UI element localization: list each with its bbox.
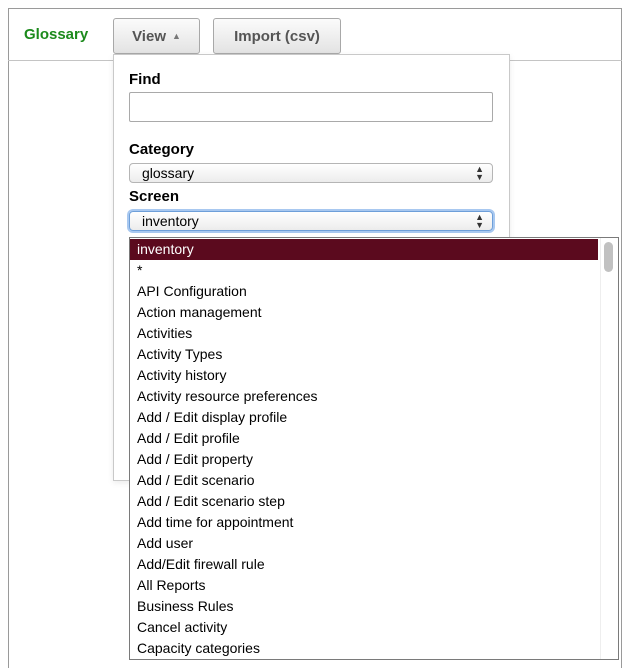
screen-label: Screen xyxy=(129,188,180,205)
import-button-label: Import (csv) xyxy=(234,27,320,45)
find-label: Find xyxy=(129,71,161,88)
list-item[interactable]: Add / Edit scenario xyxy=(130,470,598,491)
list-item[interactable]: Action management xyxy=(130,302,598,323)
screen-select-value: inventory xyxy=(142,213,199,229)
list-item[interactable]: Add/Edit firewall rule xyxy=(130,554,598,575)
list-item[interactable]: Add / Edit scenario step xyxy=(130,491,598,512)
updown-arrows-icon: ▲ ▼ xyxy=(475,164,484,182)
list-item[interactable]: Add time for appointment xyxy=(130,512,598,533)
screen-select[interactable]: inventory ▲ ▼ xyxy=(129,211,493,231)
view-button[interactable]: View ▲ xyxy=(113,18,200,54)
list-item-selected[interactable]: inventory xyxy=(130,239,598,260)
category-select-value: glossary xyxy=(142,165,195,181)
list-item[interactable]: Activity resource preferences xyxy=(130,386,598,407)
view-button-label: View xyxy=(132,27,166,45)
list-item[interactable]: Activities xyxy=(130,323,598,344)
list-item[interactable]: Capacity categories xyxy=(130,638,598,659)
listbox-scrollbar-thumb[interactable] xyxy=(604,242,613,272)
list-item[interactable]: * xyxy=(130,260,598,281)
list-item[interactable]: Cancel activity xyxy=(130,617,598,638)
list-item[interactable]: Activity Types xyxy=(130,344,598,365)
list-item[interactable]: Add user xyxy=(130,533,598,554)
list-item[interactable]: Activity history xyxy=(130,365,598,386)
list-item[interactable]: Add / Edit property xyxy=(130,449,598,470)
list-item[interactable]: Add / Edit profile xyxy=(130,428,598,449)
category-select[interactable]: glossary ▲ ▼ xyxy=(129,163,493,183)
import-csv-button[interactable]: Import (csv) xyxy=(213,18,341,54)
triangle-up-icon: ▲ xyxy=(172,30,181,41)
updown-arrows-icon: ▲ ▼ xyxy=(475,212,484,230)
list-item[interactable]: Add / Edit display profile xyxy=(130,407,598,428)
list-item[interactable]: All Reports xyxy=(130,575,598,596)
screen-options-listbox[interactable]: inventory * API Configuration Action man… xyxy=(129,237,619,660)
listbox-scrollbar[interactable] xyxy=(600,238,618,659)
list-item[interactable]: API Configuration xyxy=(130,281,598,302)
find-input[interactable] xyxy=(129,92,493,122)
app-title: Glossary xyxy=(24,26,89,43)
category-label: Category xyxy=(129,141,195,158)
list-item[interactable]: Business Rules xyxy=(130,596,598,617)
